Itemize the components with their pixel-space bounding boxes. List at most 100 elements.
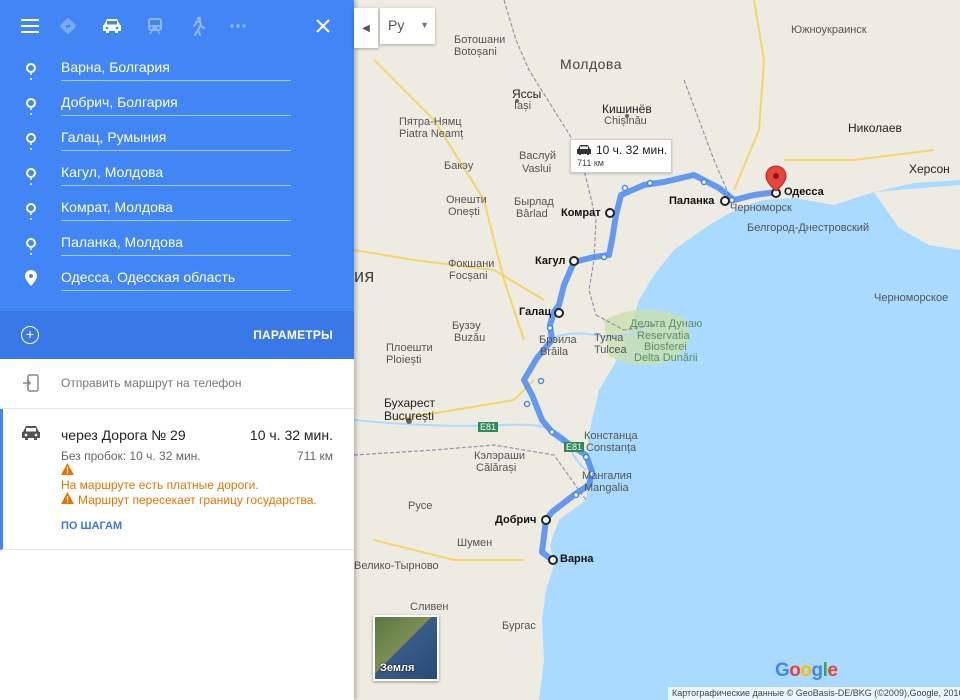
steps-link[interactable]: ПО ШАГАМ <box>61 520 122 532</box>
label-ploiesti-ru: Плоешти <box>386 342 433 354</box>
stop-label[interactable]: Кагул, Молдова <box>61 164 163 180</box>
best-mode-icon[interactable] <box>56 14 80 38</box>
route-traffic: Без пробок: 10 ч. 32 мин. <box>61 449 201 463</box>
road-shield-e81-2: E81 <box>564 442 585 452</box>
dropdown-arrow-icon: ▼ <box>420 20 429 30</box>
stop-underline <box>61 255 291 256</box>
label-vtarnovo: Велико-Тырново <box>354 560 439 572</box>
label-piatra: Piatra Neamț <box>399 128 464 140</box>
transit-mode-icon[interactable] <box>143 14 167 38</box>
label-varna: Варна <box>560 553 594 565</box>
options-button[interactable]: ПАРАМЕТРЫ <box>253 328 333 342</box>
label-shumen: Шумен <box>457 537 493 549</box>
road-shield-e81: E81 <box>478 422 499 432</box>
route-distance: 711 км <box>297 449 333 463</box>
label-constanta-ru: Констанца <box>584 430 638 442</box>
label-sliven: Сливен <box>410 601 449 613</box>
stop-label[interactable]: Одесса, Одесская область <box>61 269 235 285</box>
more-icon[interactable] <box>226 14 250 38</box>
label-focsani: Focșani <box>449 270 488 282</box>
stop-label[interactable]: Комрат, Молдова <box>61 199 173 215</box>
destination-pin-icon <box>25 270 37 291</box>
label-kagul: Кагул <box>535 255 566 267</box>
label-chisinau: Chișinău <box>604 115 647 127</box>
stop-label[interactable]: Варна, Болгария <box>61 59 170 75</box>
google-logo: Google <box>775 660 838 681</box>
label-dobrich: Добрич <box>495 514 537 526</box>
warning-text: На маршруте есть платные дороги. <box>61 478 259 492</box>
label-barlad-ru: Бырлад <box>514 196 554 208</box>
route-via: через Дорога № 29 <box>61 427 186 443</box>
add-destination-icon[interactable]: + <box>21 326 39 344</box>
label-komrat: Комрат <box>561 207 601 219</box>
send-to-phone-label: Отправить маршрут на телефон <box>61 376 242 390</box>
stop-label[interactable]: Добрич, Болгария <box>61 94 178 110</box>
label-buzau-ru: Бузэу <box>452 320 481 332</box>
label-vaslui-ru: Васлуй <box>519 150 557 162</box>
close-icon[interactable] <box>311 14 335 38</box>
label-bucharest-ru: Бухарест <box>384 396 435 410</box>
label-odessa: Одесса <box>784 186 824 198</box>
label-bacau-ru: Бакэу <box>444 160 474 172</box>
earth-view-toggle[interactable]: Земля <box>373 615 439 681</box>
stop-underline <box>61 80 291 81</box>
label-palanka: Паланка <box>669 195 715 207</box>
label-chernomorskoe: Черноморское <box>874 292 949 304</box>
earth-label: Земля <box>380 662 415 674</box>
label-belgorod: Белгород-Днестровский <box>747 222 870 234</box>
walk-mode-icon[interactable] <box>186 14 210 38</box>
connector-dots <box>30 143 32 153</box>
label-ploiesti: Ploiești <box>386 354 422 366</box>
stop-label[interactable]: Паланка, Молдова <box>61 234 183 250</box>
stop-item[interactable]: Добрич, Болгария <box>0 85 354 120</box>
route-time-bubble[interactable]: 10 ч. 32 мин. 711 км <box>570 139 672 173</box>
label-buzau: Buzău <box>454 332 486 344</box>
stop-dot-icon <box>26 238 36 248</box>
language-select[interactable]: Ру ▼ <box>380 8 435 44</box>
connector-dots <box>30 178 32 188</box>
label-braila: Brăila <box>540 346 569 358</box>
label-calarasi: Călărași <box>476 462 517 474</box>
label-mangalia-ru: Мангалия <box>582 470 632 482</box>
directions-sidebar: Варна, Болгария Добрич, Болгария Галац, … <box>0 0 354 700</box>
label-galati: Галац <box>519 306 552 318</box>
label-botoshani-ru: Ботошани <box>454 34 506 46</box>
connector-dots <box>30 248 32 258</box>
stop-item[interactable]: Одесса, Одесская область <box>0 260 354 295</box>
car-icon <box>21 425 41 446</box>
stop-dot-icon <box>26 203 36 213</box>
travel-modes <box>0 0 354 52</box>
label-barlad: Bârlad <box>516 208 548 220</box>
label-braila-ru: Брэила <box>539 334 577 346</box>
connector-dots <box>30 213 32 223</box>
label-bucharest: București <box>384 409 435 423</box>
car-mode-icon[interactable] <box>100 14 124 38</box>
route-card[interactable]: через Дорога № 29 10 ч. 32 мин. Без проб… <box>0 409 354 550</box>
label-delta3: Delta Dunării <box>634 352 698 364</box>
label-calarasi-ru: Кэлэраши <box>474 450 526 462</box>
app-root: Молдова ия Кишинёв Chișinău Яссы Iași Пя… <box>0 0 960 700</box>
bubble-distance: 711 км <box>577 158 604 168</box>
stop-item[interactable]: Паланка, Молдова <box>0 225 354 260</box>
options-bar: + ПАРАМЕТРЫ <box>0 311 354 359</box>
label-vaslui: Vaslui <box>522 163 552 175</box>
warning-row <box>61 463 78 478</box>
label-focsani-ru: Фокшани <box>448 258 495 270</box>
label-onesti-ru: Онешти <box>446 194 487 206</box>
stop-label[interactable]: Галац, Румыния <box>61 129 166 145</box>
warning-row: Маршрут пересекает границу государства. <box>61 492 317 507</box>
send-to-phone[interactable]: Отправить маршрут на телефон <box>0 359 354 409</box>
stop-item[interactable]: Галац, Румыния <box>0 120 354 155</box>
label-constanta: Constanța <box>586 442 637 454</box>
stop-dot-icon <box>26 133 36 143</box>
label-piatra-ru: Пятра-Нямц <box>399 116 462 128</box>
menu-icon[interactable] <box>18 14 42 38</box>
warning-text: Маршрут пересекает границу государства. <box>78 492 317 507</box>
stop-item[interactable]: Варна, Болгария <box>0 50 354 85</box>
stop-item[interactable]: Комрат, Молдова <box>0 190 354 225</box>
map-canvas[interactable]: Молдова ия Кишинёв Chișinău Яссы Iași Пя… <box>354 0 960 700</box>
label-nikolaev: Николаев <box>848 121 902 135</box>
collapse-sidebar-button[interactable]: ◀ <box>354 8 378 48</box>
stop-item[interactable]: Кагул, Молдова <box>0 155 354 190</box>
label-kishinev: Кишинёв <box>602 102 652 116</box>
